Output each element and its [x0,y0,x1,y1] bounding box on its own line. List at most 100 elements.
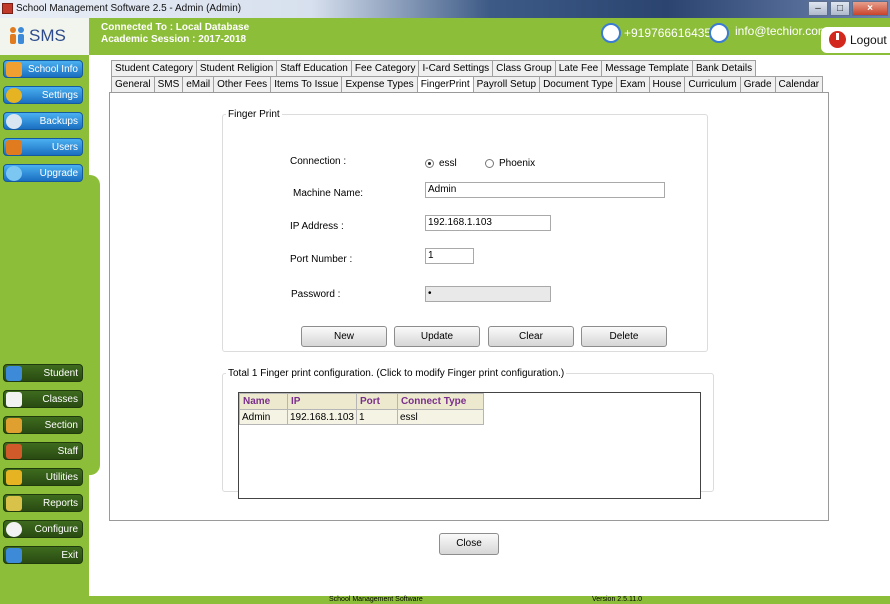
port-number-label: Port Number : [290,254,353,265]
column-header-name[interactable]: Name [239,393,288,410]
connection-info: Connected To : Local Database Academic S… [101,22,249,46]
power-icon [829,31,846,48]
users-icon [6,140,22,155]
window-title: School Management Software 2.5 - Admin (… [16,3,242,14]
tab-grade[interactable]: Grade [739,76,776,92]
sidebar-item-label: Student [43,368,78,379]
window-title-bar: School Management Software 2.5 - Admin (… [0,0,890,18]
logout-button[interactable]: Logout [821,27,890,53]
close-window-button[interactable]: × [852,1,888,16]
sidebar-item-label: Staff [57,446,78,457]
window-controls: – □ × [808,1,888,16]
sidebar-item-student[interactable]: Student [3,364,83,382]
close-button[interactable]: Close [439,533,499,555]
tab-sms[interactable]: SMS [153,76,184,92]
port-number-field[interactable]: 1 [425,248,474,264]
phoenix-radio[interactable] [485,159,494,168]
update-button[interactable]: Update [394,326,480,347]
sidebar-item-label: Upgrade [39,168,78,179]
tab-document-type[interactable]: Document Type [539,76,617,92]
tab-student-category[interactable]: Student Category [111,60,197,76]
sidebar-item-backups[interactable]: Backups [3,112,83,130]
column-header-connect-type[interactable]: Connect Type [396,393,484,410]
sidebar-item-classes[interactable]: Classes [3,390,83,408]
sidebar-notch [84,175,100,475]
tab-late-fee[interactable]: Late Fee [554,60,603,76]
tab-general[interactable]: General [111,76,155,92]
email-address: info@techior.com [735,24,828,38]
sidebar-item-utilities[interactable]: Utilities [3,468,83,486]
cell-port[interactable]: 1 [355,409,398,425]
cell-ip[interactable]: 192.168.1.103 [287,409,357,425]
sidebar-item-label: Backups [39,116,78,127]
sidebar-item-upgrade[interactable]: Upgrade [3,164,83,182]
tab-staff-education[interactable]: Staff Education [276,60,352,76]
sidebar-item-label: Classes [42,394,78,405]
tab-row-1: Student Category Student Religion Staff … [111,60,757,76]
tab-fee-category[interactable]: Fee Category [350,60,420,76]
tab-expense-types[interactable]: Expense Types [341,76,418,92]
section-icon [6,418,22,433]
password-field[interactable]: • [425,286,551,302]
sidebar-item-reports[interactable]: Reports [3,494,83,512]
sidebar-item-section[interactable]: Section [3,416,83,434]
tab-class-group[interactable]: Class Group [492,60,556,76]
sidebar-item-school-info[interactable]: School Info [3,60,83,78]
tab-curriculum[interactable]: Curriculum [684,76,741,92]
ip-address-label: IP Address : [290,221,344,232]
sidebar-item-staff[interactable]: Staff [3,442,83,460]
school-icon [6,62,22,77]
connection-text: Connected To : Local Database [101,22,250,33]
column-header-port[interactable]: Port [355,393,398,410]
fingerprint-config-grid[interactable]: Name IP Port Connect Type Admin 192.168.… [238,392,701,499]
tab-other-fees[interactable]: Other Fees [213,76,272,92]
tab-message-template[interactable]: Message Template [601,60,693,76]
footer-version: Version 2.5.11.0 [592,596,643,603]
config-list-legend: Total 1 Finger print configuration. (Cli… [228,368,565,379]
bar-chart-icon [6,496,22,511]
sidebar-item-exit[interactable]: Exit [3,546,83,564]
tab-exam[interactable]: Exam [615,76,650,92]
tab-bank-details[interactable]: Bank Details [691,60,757,76]
phoenix-option-label: Phoenix [499,158,536,169]
password-label: Password : [291,289,341,300]
tab-calendar[interactable]: Calendar [774,76,824,92]
staff-icon [6,444,22,459]
delete-button[interactable]: Delete [581,326,667,347]
clear-button[interactable]: Clear [488,326,574,347]
minimize-button[interactable]: – [808,1,828,16]
ip-address-field[interactable]: 192.168.1.103 [425,215,551,231]
tab-fingerprint[interactable]: FingerPrint [416,76,474,93]
fingerprint-panel: Finger Print Connection : essl Phoenix M… [109,92,829,521]
disc-icon [6,114,22,129]
grid-header-row: Name IP Port Connect Type [239,393,484,410]
column-header-ip[interactable]: IP [287,393,357,410]
cell-connect-type[interactable]: essl [396,409,484,425]
fingerprint-legend: Finger Print [228,109,280,120]
app-header: SMS Connected To : Local Database Academ… [0,18,890,55]
tab-icard-settings[interactable]: I-Card Settings [418,60,494,76]
student-icon [6,366,22,381]
cell-name[interactable]: Admin [239,409,288,425]
session-text: Academic Session : 2017-2018 [101,34,247,45]
sidebar: School Info Settings Backups Users Upgra… [0,55,100,604]
tab-payroll-setup[interactable]: Payroll Setup [472,76,541,92]
tab-house[interactable]: House [648,76,686,92]
maximize-button[interactable]: □ [830,1,850,16]
people-logo-icon [10,27,24,44]
tab-items-to-issue[interactable]: Items To Issue [270,76,343,92]
sidebar-item-users[interactable]: Users [3,138,83,156]
sidebar-item-configure[interactable]: Configure [3,520,83,538]
app-name: SMS [29,26,66,45]
utilities-icon [6,470,22,485]
tab-student-religion[interactable]: Student Religion [195,60,278,76]
essl-radio[interactable] [425,159,434,168]
machine-name-label: Machine Name: [293,188,364,199]
new-button[interactable]: New [301,326,387,347]
sidebar-item-settings[interactable]: Settings [3,86,83,104]
machine-name-field[interactable]: Admin [425,182,665,198]
upgrade-gear-icon [6,166,22,181]
table-row[interactable]: Admin 192.168.1.103 1 essl [239,409,484,425]
sidebar-item-label: Settings [41,90,78,101]
tab-email[interactable]: eMail [182,76,215,92]
